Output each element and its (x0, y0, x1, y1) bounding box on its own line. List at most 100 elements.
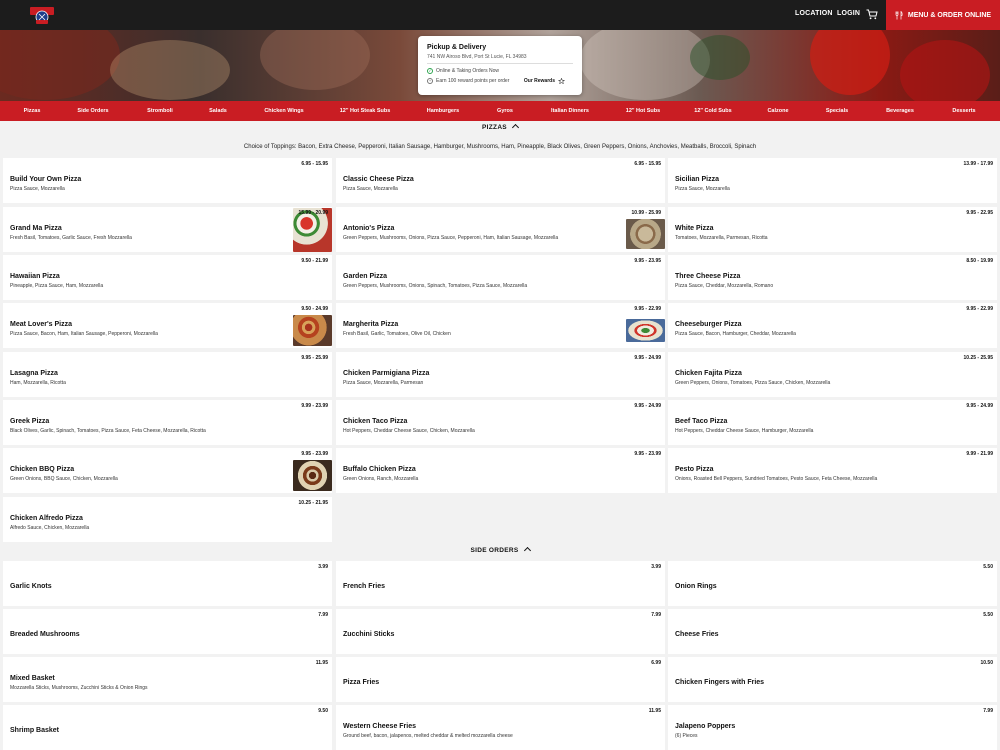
item-name: Meat Lover's Pizza (10, 321, 72, 328)
item-name: Pizza Fries (343, 679, 380, 686)
item-price: 9.95 - 24.99 (966, 403, 993, 409)
category-specials[interactable]: Specials (826, 108, 848, 114)
menu-order-online-button[interactable]: MENU & ORDER ONLINE (886, 0, 1000, 30)
menu-item-card[interactable]: 7.99 Breaded Mushrooms (3, 609, 332, 654)
menu-item-card[interactable]: 9.95 - 23.99 Chicken BBQ Pizza Green Oni… (3, 448, 332, 493)
item-price: 9.95 - 25.99 (301, 355, 328, 361)
menu-item-card[interactable]: 11.95 Mixed Basket Mozzarella Sticks, Mu… (3, 657, 332, 702)
menu-item-card[interactable]: 7.99 Jalapeno Poppers (6) Pieces (668, 705, 997, 750)
menu-item-card[interactable]: 15.99 - 20.99 Grand Ma Pizza Fresh Basil… (3, 207, 332, 252)
menu-item-card[interactable]: 3.99 Garlic Knots (3, 561, 332, 606)
menu-item-card[interactable]: 9.50 Shrimp Basket (3, 705, 332, 750)
status-row: ✓ Online & Taking Orders Now (427, 68, 573, 74)
pickup-delivery-card: Pickup & Delivery 741 NW Airoso Blvd, Po… (418, 36, 582, 95)
menu-item-card[interactable]: 10.99 - 25.99 Antonio's Pizza Green Pepp… (336, 207, 665, 252)
menu-item-card[interactable]: 5.50 Onion Rings (668, 561, 997, 606)
menu-item-card[interactable]: 11.95 Western Cheese Fries Ground beef, … (336, 705, 665, 750)
nav-location-link[interactable]: LOCATION (795, 10, 833, 17)
meat-lovers-pizza-photo (293, 315, 332, 346)
category-chicken-wings[interactable]: Chicken Wings (264, 108, 303, 114)
category-side-orders[interactable]: Side Orders (77, 108, 108, 114)
menu-item-card[interactable]: 7.99 Zucchini Sticks (336, 609, 665, 654)
category-italian-dinners[interactable]: Italian Dinners (551, 108, 589, 114)
restaurant-logo[interactable] (30, 4, 54, 25)
item-price: 6.99 (651, 660, 661, 666)
menu-item-card[interactable]: 9.95 - 24.99 Chicken Parmigiana Pizza Pi… (336, 352, 665, 397)
category-hot-steak-subs[interactable]: 12" Hot Steak Subs (340, 108, 391, 114)
reward-text: Earn 100 reward points per order (436, 78, 510, 84)
category-pizzas[interactable]: Pizzas (24, 108, 41, 114)
our-rewards-link[interactable]: Our Rewards (524, 78, 565, 84)
menu-item-card[interactable]: 10.25 - 25.95 Chicken Fajita Pizza Green… (668, 352, 997, 397)
category-gyros[interactable]: Gyros (497, 108, 513, 114)
menu-item-card[interactable]: 9.95 - 23.95 Garden Pizza Green Peppers,… (336, 255, 665, 300)
menu-item-card[interactable]: 9.95 - 24.99 Chicken Taco Pizza Hot Pepp… (336, 400, 665, 445)
item-name: Chicken Parmigiana Pizza (343, 370, 430, 377)
cart-icon[interactable] (866, 9, 878, 20)
item-description: Onions, Roasted Bell Peppers, Sundried T… (675, 476, 878, 482)
item-description: Pizza Sauce, Mozzarella, Parmesan (343, 380, 424, 386)
category-salads[interactable]: Salads (209, 108, 227, 114)
chicken-bbq-pizza-photo (293, 460, 332, 491)
item-price: 9.95 - 22.95 (966, 210, 993, 216)
menu-item-card[interactable]: 9.50 - 24.99 Meat Lover's Pizza Pizza Sa… (3, 303, 332, 348)
menu-item-card[interactable]: 9.95 - 22.95 White Pizza Tomatoes, Mozza… (668, 207, 997, 252)
category-hamburgers[interactable]: Hamburgers (427, 108, 459, 114)
menu-item-card[interactable]: 9.95 - 25.99 Lasagna Pizza Ham, Mozzarel… (3, 352, 332, 397)
item-price: 9.50 - 21.99 (301, 258, 328, 264)
category-cold-subs[interactable]: 12" Cold Subs (694, 108, 731, 114)
category-calzone[interactable]: Calzone (767, 108, 788, 114)
menu-item-card[interactable]: 10.50 Chicken Fingers with Fries (668, 657, 997, 702)
menu-item-card[interactable]: 9.95 - 22.99 Margherita Pizza Fresh Basi… (336, 303, 665, 348)
item-name: Cheeseburger Pizza (675, 321, 742, 328)
item-price: 10.50 (980, 660, 993, 666)
category-desserts[interactable]: Desserts (952, 108, 975, 114)
item-price: 10.25 - 25.95 (963, 355, 993, 361)
menu-item-card[interactable]: 6.95 - 15.95 Build Your Own Pizza Pizza … (3, 158, 332, 203)
item-name: Margherita Pizza (343, 321, 399, 328)
item-description: Ham, Mozzarella, Ricotta (10, 380, 66, 386)
item-price: 6.95 - 15.95 (634, 161, 661, 167)
item-price: 13.99 - 17.99 (963, 161, 993, 167)
category-beverages[interactable]: Beverages (886, 108, 914, 114)
pizzas-section-header[interactable]: PIZZAS (0, 123, 1000, 132)
item-name: Jalapeno Poppers (675, 723, 736, 730)
item-name: Cheese Fries (675, 631, 719, 638)
item-description: Fresh Basil, Garlic, Tomatoes, Olive Oil… (343, 331, 451, 337)
menu-item-card[interactable]: 9.95 - 22.99 Cheeseburger Pizza Pizza Sa… (668, 303, 997, 348)
menu-item-card[interactable]: 9.95 - 23.99 Buffalo Chicken Pizza Green… (336, 448, 665, 493)
item-name: French Fries (343, 583, 386, 590)
menu-item-card[interactable]: 10.25 - 21.95 Chicken Alfredo Pizza Alfr… (3, 497, 332, 542)
item-description: Pizza Sauce, Mozzarella (675, 186, 730, 192)
menu-item-card[interactable]: 9.99 - 21.99 Pesto Pizza Onions, Roasted… (668, 448, 997, 493)
menu-item-card[interactable]: 9.99 - 23.99 Greek Pizza Black Olives, G… (3, 400, 332, 445)
menu-item-card[interactable]: 6.99 Pizza Fries (336, 657, 665, 702)
item-name: Shrimp Basket (10, 727, 60, 734)
chevron-up-icon (511, 123, 519, 132)
item-name: Grand Ma Pizza (10, 225, 62, 232)
antonios-pizza-photo (626, 219, 665, 249)
category-hot-subs[interactable]: 12" Hot Subs (626, 108, 660, 114)
menu-item-card[interactable]: 6.95 - 15.95 Classic Cheese Pizza Pizza … (336, 158, 665, 203)
status-text: Online & Taking Orders Now (436, 68, 499, 74)
menu-item-card[interactable]: 3.99 French Fries (336, 561, 665, 606)
menu-item-card[interactable]: 8.50 - 19.99 Three Cheese Pizza Pizza Sa… (668, 255, 997, 300)
chevron-up-icon (523, 546, 531, 555)
item-price: 9.95 - 23.95 (634, 258, 661, 264)
category-stromboli[interactable]: Stromboli (147, 108, 173, 114)
item-price: 11.95 (648, 708, 661, 714)
item-description: Pizza Sauce, Cheddar, Mozzarella, Romano (675, 283, 774, 289)
menu-item-card[interactable]: 5.50 Cheese Fries (668, 609, 997, 654)
item-name: Greek Pizza (10, 418, 50, 425)
menu-item-card[interactable]: 13.99 - 17.99 Sicilian Pizza Pizza Sauce… (668, 158, 997, 203)
item-price: 5.50 (983, 612, 993, 618)
item-price: 15.99 - 20.99 (298, 210, 328, 216)
item-description: Pizza Sauce, Bacon, Hamburger, Cheddar, … (675, 331, 796, 337)
item-name: Sicilian Pizza (675, 176, 719, 183)
item-name: Chicken Fajita Pizza (675, 370, 742, 377)
menu-item-card[interactable]: 9.50 - 21.99 Hawaiian Pizza Pineapple, P… (3, 255, 332, 300)
pizzas-section-title: PIZZAS (482, 124, 507, 131)
side-orders-section-header[interactable]: SIDE ORDERS (0, 546, 1000, 555)
menu-item-card[interactable]: 9.95 - 24.99 Beef Taco Pizza Hot Peppers… (668, 400, 997, 445)
nav-login-link[interactable]: LOGIN (837, 10, 860, 17)
